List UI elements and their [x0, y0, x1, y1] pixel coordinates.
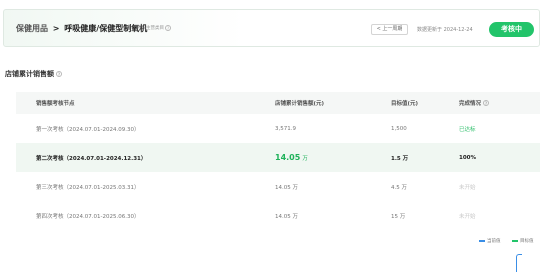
row-target: 15 万 [391, 213, 406, 220]
row-status: 已达标 [459, 126, 476, 133]
category-note-text: 考核主营类目 [137, 26, 164, 31]
row-sales: 14.05 万 [275, 213, 298, 220]
legend-current-swatch [479, 240, 485, 242]
table-row: 第二次考核（2024.07.01-2024.12.31） 14.05 万 1.5… [16, 143, 540, 172]
column-header-sales: 店铺累计销售额(元) [275, 101, 325, 107]
table-row: 第一次考核（2024.07.01-2024.09.30） 3,571.9 1,5… [16, 114, 540, 143]
row-sales: 3,571.9 [275, 125, 296, 132]
data-update-time: 数据更新于 2024-12-24 [417, 27, 473, 33]
legend-target-label: 目标值 [520, 239, 534, 244]
assessment-header: 保健用品 > 呼吸健康/保健型制氧机 考核主营类目 ? < 上一周期 数据更新于… [3, 9, 540, 47]
row-node: 第四次考核（2024.07.01-2025.06.30） [36, 213, 140, 220]
section-title: 店铺累计销售额 ? [5, 69, 62, 79]
column-header-status: 完成情况 ? [459, 92, 490, 114]
row-status: 100% [459, 154, 476, 161]
row-sales-value: 14.05 [275, 153, 301, 162]
section-title-text: 店铺累计销售额 [5, 70, 54, 78]
table-header-row: 销售额考核节点 店铺累计销售额(元) 目标值(元) 完成情况 ? [16, 92, 540, 114]
breadcrumb-parent[interactable]: 保健用品 [16, 24, 48, 33]
row-sales-unit: 万 [302, 155, 308, 162]
legend-current[interactable]: 当前值 [479, 238, 501, 244]
row-target: 4.5 万 [391, 184, 407, 191]
row-node: 第三次考核（2024.07.01-2025.03.31） [36, 184, 140, 191]
breadcrumb-separator: > [52, 24, 60, 33]
row-target: 1,500 [391, 125, 407, 132]
help-icon[interactable]: ? [56, 71, 62, 77]
column-header-node: 销售额考核节点 [36, 101, 75, 107]
table-row: 第四次考核（2024.07.01-2025.06.30） 14.05 万 15 … [16, 201, 540, 230]
assessment-table: 销售额考核节点 店铺累计销售额(元) 目标值(元) 完成情况 ? 第一次考核（2… [16, 92, 540, 230]
row-node: 第二次考核（2024.07.01-2024.12.31） [36, 155, 147, 162]
category-note: 考核主营类目 ? [137, 25, 171, 31]
help-icon[interactable]: ? [165, 25, 171, 31]
row-target: 1.5 万 [391, 155, 409, 162]
row-sales: 14.05 万 [275, 143, 308, 172]
breadcrumb-current: 呼吸健康/保健型制氧机 [64, 24, 148, 33]
status-badge: 考核中 [489, 22, 534, 37]
column-header-target: 目标值(元) [391, 101, 419, 107]
legend-current-label: 当前值 [487, 239, 501, 244]
help-icon[interactable]: ? [483, 100, 490, 106]
breadcrumb: 保健用品 > 呼吸健康/保健型制氧机 [16, 23, 147, 34]
table-row: 第三次考核（2024.07.01-2025.03.31） 14.05 万 4.5… [16, 172, 540, 201]
row-status: 未开始 [459, 213, 476, 220]
column-header-status-label: 完成情况 [459, 101, 482, 107]
row-status: 未开始 [459, 184, 476, 191]
legend-target-swatch [512, 240, 518, 242]
legend-target[interactable]: 目标值 [512, 238, 534, 244]
row-node: 第一次考核（2024.07.01-2024.09.30） [36, 126, 140, 133]
row-sales: 14.05 万 [275, 184, 298, 191]
previous-period-button[interactable]: < 上一周期 [371, 24, 408, 35]
chart-preview-line [516, 254, 522, 272]
